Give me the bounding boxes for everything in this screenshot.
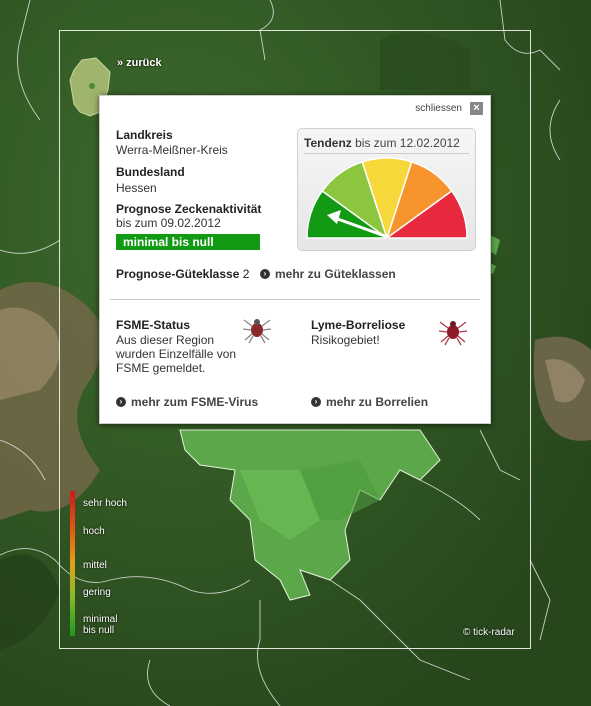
prognose-label: Prognose Zeckenaktivität — [116, 202, 262, 216]
activity-status-badge: minimal bis null — [116, 234, 260, 250]
fsme-link[interactable]: › mehr zum FSME-Virus — [116, 395, 258, 409]
trend-gauge — [306, 157, 468, 239]
arrow-right-icon: › — [116, 396, 126, 407]
fsme-title: FSME-Status — [116, 318, 191, 332]
borrelien-link[interactable]: › mehr zu Borrelien — [311, 395, 428, 409]
gueteklasse-label: Prognose-Güteklasse 2 — [116, 267, 250, 281]
legend-label-sehr-hoch: sehr hoch — [83, 498, 127, 509]
back-link[interactable]: » zurück — [117, 57, 162, 69]
landkreis-value: Werra-Meißner-Kreis — [116, 143, 228, 157]
arrow-right-icon: › — [311, 396, 321, 407]
fsme-text-3: FSME gemeldet. — [116, 361, 206, 375]
arrow-right-icon: › — [260, 268, 270, 279]
divider — [110, 299, 480, 300]
fsme-text-2: wurden Einzelfälle von — [116, 347, 237, 361]
fsme-text-1: Aus dieser Region — [116, 333, 215, 347]
legend-label-bis-null: bis null — [83, 625, 115, 636]
bundesland-value: Hessen — [116, 181, 157, 195]
lyme-text: Risikogebiet! — [311, 333, 380, 347]
legend-label-hoch: hoch — [83, 526, 105, 537]
landkreis-label: Landkreis — [116, 128, 173, 142]
tick-grey-icon — [242, 319, 272, 344]
tick-red-icon — [438, 321, 468, 346]
legend-color-scale — [70, 491, 75, 636]
legend-label-gering: gering — [83, 587, 111, 598]
legend-label-mittel: mittel — [83, 560, 107, 571]
trend-gauge-panel: Tendenz bis zum 12.02.2012 — [297, 128, 476, 251]
lyme-title: Lyme-Borreliose — [311, 318, 406, 332]
copyright: © tick-radar — [463, 627, 515, 638]
legend-label-minimal: minimal — [83, 614, 118, 625]
close-icon[interactable]: × — [470, 102, 483, 115]
gueteklasse-link[interactable]: › mehr zu Güteklassen — [260, 267, 396, 281]
bundesland-label: Bundesland — [116, 165, 185, 179]
close-link[interactable]: schliessen — [415, 103, 462, 114]
prognose-date: bis zum 09.02.2012 — [116, 216, 221, 230]
region-info-popup: schliessen × Landkreis Werra-Meißner-Kre… — [99, 95, 491, 424]
